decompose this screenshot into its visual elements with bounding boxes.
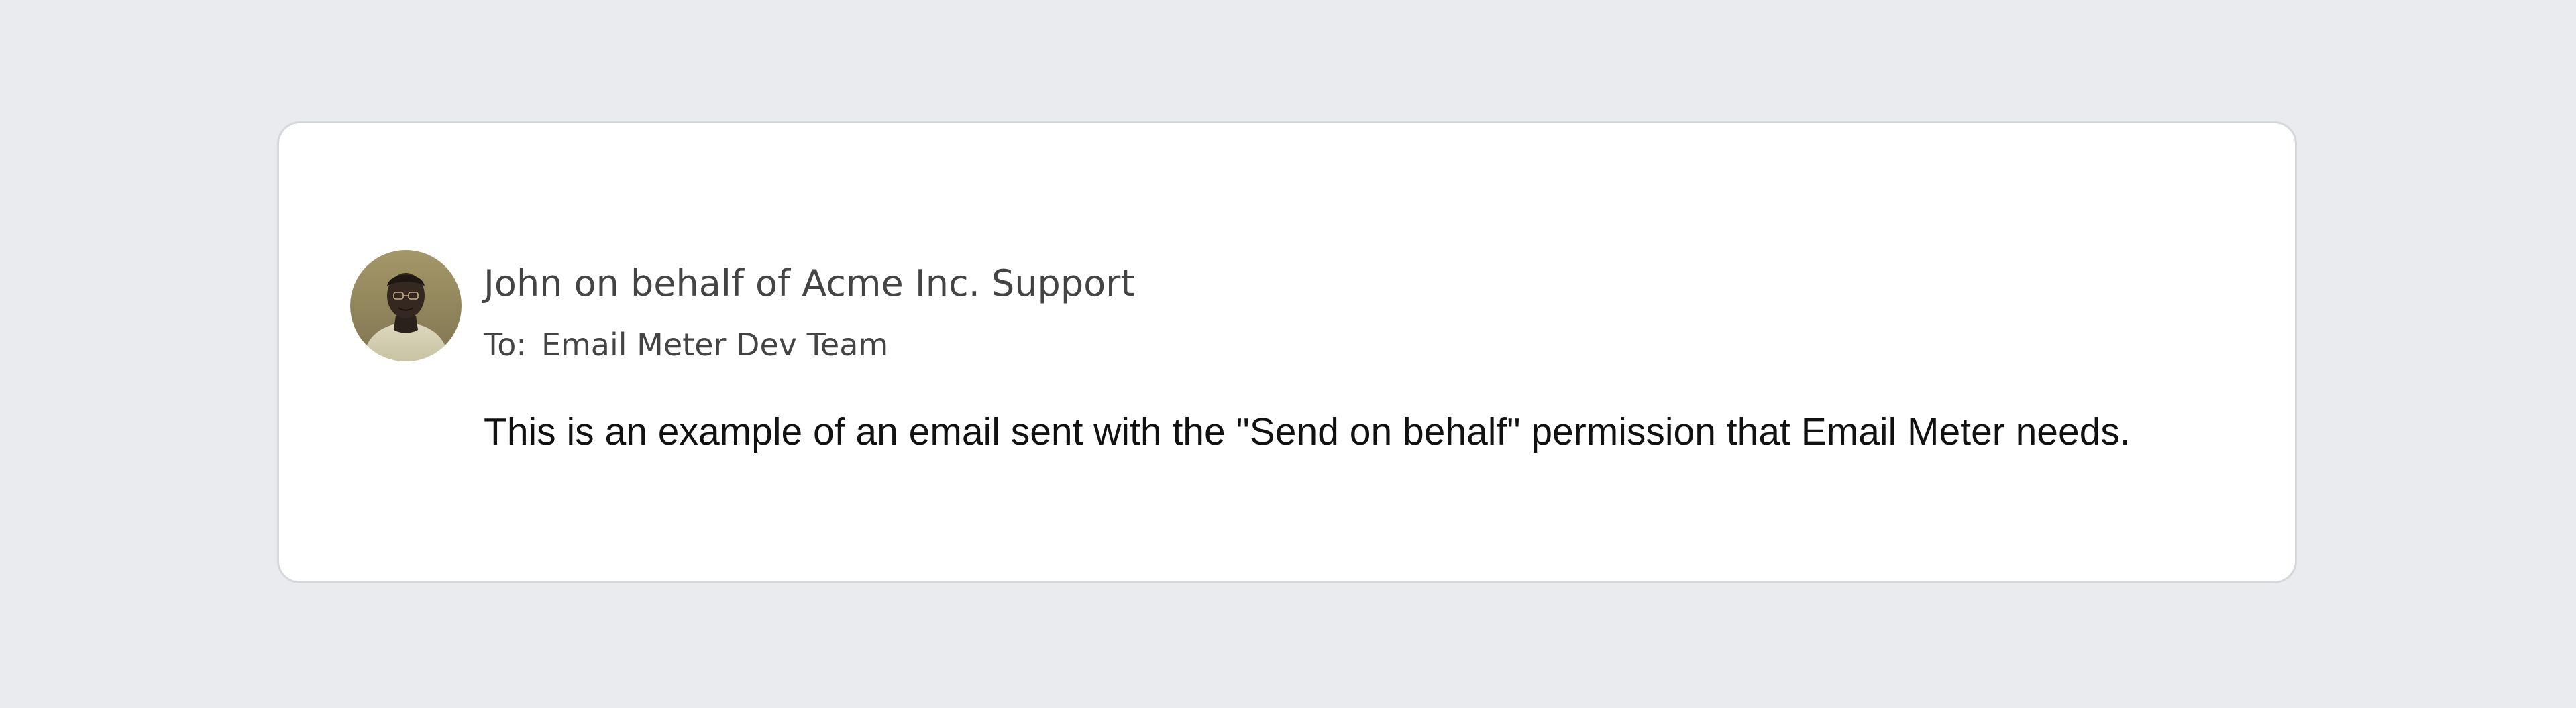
sender-avatar	[350, 250, 462, 361]
recipient-name: Email Meter Dev Team	[541, 327, 889, 363]
email-card: John on behalf of Acme Inc. Support To: E…	[277, 121, 2297, 583]
person-avatar-icon	[350, 250, 462, 361]
sender-line: John on behalf of Acme Inc. Support	[484, 262, 1135, 304]
to-label: To:	[484, 327, 527, 363]
email-body: This is an example of an email sent with…	[484, 410, 2131, 453]
recipient-row: To: Email Meter Dev Team	[484, 325, 888, 364]
